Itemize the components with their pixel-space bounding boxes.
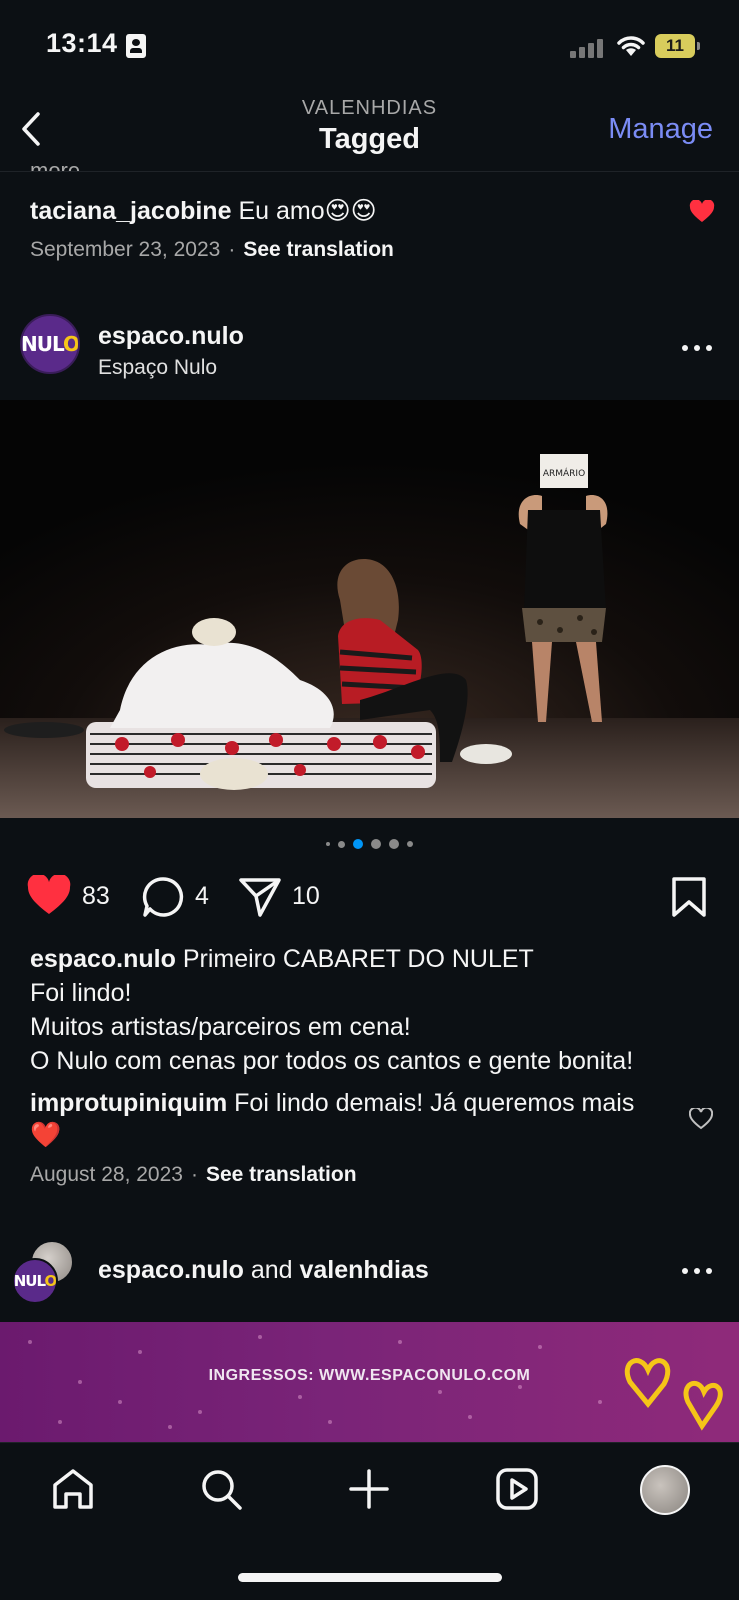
carousel-indicator [0, 839, 739, 849]
caption-line: O Nulo com cenas por todos os cantos e g… [30, 1047, 634, 1075]
post-photo[interactable]: ARMÁRIO [0, 400, 739, 818]
banner-text: INGRESSOS: WWW.ESPACONULO.COM [208, 1367, 531, 1384]
post-username[interactable]: valenhdias [300, 1256, 429, 1284]
caption-username[interactable]: espaco.nulo [30, 945, 176, 973]
post-username[interactable]: espaco.nulo [98, 1256, 244, 1284]
share-icon[interactable] [238, 876, 282, 918]
post-date: August 28, 2023 [30, 1163, 183, 1186]
carousel-dot [407, 841, 413, 847]
separator: · [190, 1163, 198, 1186]
more-link[interactable]: more [30, 158, 80, 172]
post-date-row: September 23, 2023 · See translation [30, 238, 394, 262]
post-caption: espaco.nulo Primeiro CABARET DO NULET Fo… [30, 942, 720, 1078]
see-translation-link[interactable]: See translation [206, 1163, 357, 1186]
contact-card-icon [126, 34, 146, 58]
post-banner-image[interactable]: INGRESSOS: WWW.ESPACONULO.COM [0, 1322, 739, 1442]
home-icon[interactable] [50, 1466, 96, 1512]
home-indicator [238, 1573, 502, 1582]
carousel-dot-active [353, 839, 363, 849]
create-icon[interactable] [346, 1466, 392, 1512]
comment-icon[interactable] [142, 876, 184, 918]
post-username[interactable]: espaco.nulo [98, 322, 244, 351]
comment-username[interactable]: improtupiniquim [30, 1089, 227, 1117]
comment-username[interactable]: taciana_jacobine [30, 197, 231, 225]
carousel-dot [338, 840, 345, 848]
carousel-dot [326, 842, 330, 846]
comment-count: 4 [195, 882, 209, 910]
and-text: and [250, 1256, 293, 1284]
battery-indicator: 11 [655, 34, 700, 58]
avatar: NULO [12, 1258, 58, 1304]
cellular-signal-icon [570, 36, 606, 58]
bookmark-icon[interactable] [671, 876, 707, 918]
nulo-logo: NULO [20, 332, 80, 356]
comment-text: Eu amo😍😍 [238, 197, 377, 225]
manage-button[interactable]: Manage [608, 113, 713, 146]
post-date-row: August 28, 2023 · See translation [30, 1163, 357, 1187]
sign-label: ARMÁRIO [543, 467, 585, 479]
search-icon[interactable] [198, 1466, 244, 1512]
comment: taciana_jacobine Eu amo😍😍 [30, 196, 377, 226]
avatar[interactable]: NULO [20, 314, 80, 374]
profile-avatar[interactable] [640, 1465, 690, 1515]
more-options-icon[interactable] [682, 1266, 716, 1276]
post-subtitle: Espaço Nulo [98, 356, 218, 379]
carousel-dot [371, 839, 381, 849]
wifi-icon [617, 36, 645, 56]
comment: improtupiniquim Foi lindo demais! Já que… [30, 1087, 670, 1151]
more-options-icon[interactable] [682, 343, 716, 353]
liked-heart-icon[interactable] [689, 200, 715, 224]
header-divider [0, 171, 739, 172]
nulo-logo: NULO [13, 1272, 57, 1290]
separator: · [228, 238, 236, 261]
status-time: 13:14 [46, 28, 118, 58]
share-count: 10 [292, 882, 320, 910]
like-heart-icon[interactable] [26, 875, 72, 917]
see-translation-link[interactable]: See translation [243, 238, 394, 261]
carousel-dot [389, 839, 399, 849]
post-date: September 23, 2023 [30, 238, 221, 261]
caption-line: Primeiro CABARET DO NULET [182, 945, 534, 973]
like-count[interactable]: 83 [82, 882, 110, 911]
caption-line: Muitos artistas/parceiros em cena! [30, 1013, 411, 1041]
reels-icon[interactable] [494, 1466, 540, 1512]
collab-avatars[interactable]: NULO [12, 1240, 76, 1304]
caption-line: Foi lindo! [30, 979, 132, 1007]
stage-scene-image: ARMÁRIO [0, 400, 739, 818]
collab-usernames: espaco.nulo and valenhdias [98, 1256, 429, 1285]
like-comment-heart-icon[interactable] [689, 1108, 713, 1130]
